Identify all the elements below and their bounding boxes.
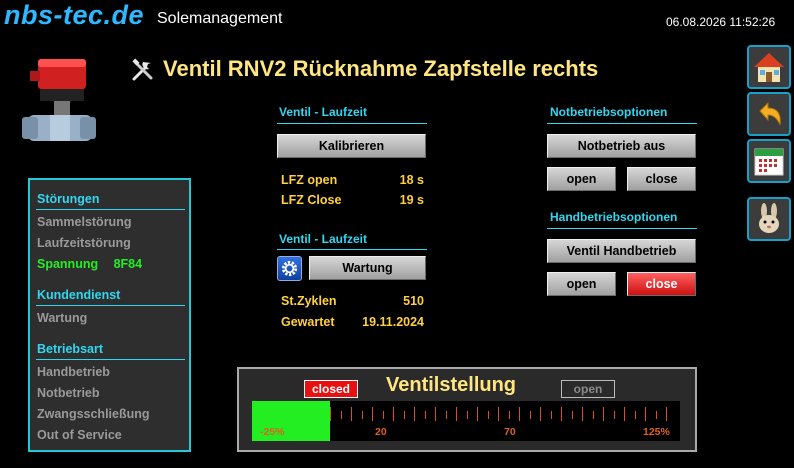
divider xyxy=(36,209,185,210)
handbetrieb-toggle-button[interactable]: Ventil Handbetrieb xyxy=(547,239,696,263)
stoerungen-header: Störungen xyxy=(37,192,100,206)
scale-tick xyxy=(498,407,499,421)
tools-icon xyxy=(131,58,155,82)
app-title: Solemanagement xyxy=(157,10,283,27)
ventilstellung-title: Ventilstellung xyxy=(386,374,517,396)
scale-tick xyxy=(466,411,468,419)
lfz-close-value: 19 s xyxy=(399,193,424,207)
scale-tick xyxy=(445,411,447,419)
status-handbetrieb: Handbetrieb xyxy=(37,365,110,379)
status-spannung: Spannung 8F84 xyxy=(37,257,187,271)
page-title: Ventil RNV2 Rücknahme Zapfstelle rechts xyxy=(163,56,599,81)
home-icon xyxy=(754,53,784,82)
lfz-close-label: LFZ Close xyxy=(281,193,342,207)
scale-tick xyxy=(571,411,573,419)
back-button[interactable] xyxy=(747,92,791,136)
position-scale: -25% 20 70 125% xyxy=(252,401,680,441)
lfz-open-label: LFZ open xyxy=(281,173,338,187)
scale-tick xyxy=(477,407,478,421)
kalibrieren-button[interactable]: Kalibrieren xyxy=(277,134,426,158)
laufzeit-header-1: Ventil - Laufzeit xyxy=(279,105,368,119)
scale-label-max: 125% xyxy=(643,426,670,438)
scale-tick xyxy=(487,411,489,419)
status-notbetrieb: Notbetrieb xyxy=(37,386,100,400)
scale-tick xyxy=(540,407,541,421)
calendar-button[interactable] xyxy=(747,139,791,183)
laufzeit-header-2: Ventil - Laufzeit xyxy=(279,232,368,246)
ventilstellung-panel: closed Ventilstellung open -25% 20 70 12… xyxy=(237,367,697,452)
notbetrieb-close-button[interactable]: close xyxy=(627,167,696,191)
scale-tick xyxy=(592,411,594,419)
rabbit-icon xyxy=(759,203,779,233)
gear-icon xyxy=(281,260,298,277)
notbetrieb-header: Notbetriebsoptionen xyxy=(550,105,668,119)
scale-tick xyxy=(393,407,394,421)
scale-tick xyxy=(613,411,615,419)
scale-tick xyxy=(582,407,583,421)
scale-tick xyxy=(351,407,352,421)
open-indicator: open xyxy=(561,380,615,398)
gewartet-label: Gewartet xyxy=(281,315,335,329)
scale-tick xyxy=(655,411,657,419)
handbetrieb-header: Handbetriebsoptionen xyxy=(550,210,678,224)
divider xyxy=(547,228,697,229)
notbetrieb-open-button[interactable]: open xyxy=(547,167,616,191)
scale-tick xyxy=(330,407,331,421)
divider xyxy=(277,249,427,250)
handbetrieb-close-button[interactable]: close xyxy=(627,272,696,296)
scale-tick xyxy=(603,407,604,421)
handbetrieb-open-button[interactable]: open xyxy=(547,272,616,296)
scale-tick xyxy=(550,411,552,419)
wartung-button[interactable]: Wartung xyxy=(309,256,426,280)
valve-actuator-image xyxy=(20,55,98,155)
spannung-value: 8F84 xyxy=(113,257,143,271)
status-zwangsschliessung: Zwangsschließung xyxy=(37,407,150,421)
divider xyxy=(36,359,185,360)
scale-tick xyxy=(634,411,636,419)
gewartet-value: 19.11.2024 xyxy=(362,315,424,329)
scale-tick xyxy=(508,411,510,419)
scale-tick xyxy=(456,407,457,421)
status-out-of-service: Out of Service xyxy=(37,428,122,442)
divider xyxy=(277,123,427,124)
scale-tick xyxy=(529,411,531,419)
scale-tick xyxy=(624,407,625,421)
back-icon xyxy=(759,101,781,126)
notbetrieb-toggle-button[interactable]: Notbetrieb aus xyxy=(547,134,696,158)
scale-tick xyxy=(561,407,562,421)
scale-tick xyxy=(424,411,426,419)
scale-tick xyxy=(340,411,342,419)
status-panel: Störungen Sammelstörung Laufzeitstörung … xyxy=(28,178,191,452)
status-laufzeitstoerung: Laufzeitstörung xyxy=(37,236,131,250)
zyklen-value: 510 xyxy=(403,294,424,308)
settings-button[interactable] xyxy=(277,256,302,281)
kundendienst-header: Kundendienst xyxy=(37,288,121,302)
closed-indicator: closed xyxy=(304,380,358,398)
scale-label-70: 70 xyxy=(504,426,516,438)
service-button[interactable] xyxy=(747,197,791,241)
spannung-label: Spannung xyxy=(37,257,99,271)
scale-tick xyxy=(403,411,405,419)
lfz-open-value: 18 s xyxy=(399,173,424,187)
zyklen-label: St.Zyklen xyxy=(281,294,337,308)
betriebsart-header: Betriebsart xyxy=(37,342,103,356)
scale-label-min: -25% xyxy=(260,426,285,438)
scale-tick xyxy=(361,411,363,419)
home-button[interactable] xyxy=(747,45,791,89)
scale-tick xyxy=(645,407,646,421)
scale-tick xyxy=(666,407,667,421)
calendar-icon xyxy=(754,148,784,176)
scale-tick xyxy=(519,407,520,421)
scale-tick xyxy=(382,411,384,419)
scale-tick xyxy=(435,407,436,421)
scale-label-20: 20 xyxy=(375,426,387,438)
status-sammelstoerung: Sammelstörung xyxy=(37,215,132,229)
scale-tick xyxy=(414,407,415,421)
divider xyxy=(547,123,697,124)
brand-logo: nbs-tec.de xyxy=(4,0,145,30)
divider xyxy=(36,305,185,306)
status-wartung: Wartung xyxy=(37,311,88,325)
scale-tick xyxy=(372,407,373,421)
datetime: 06.08.2026 11:52:26 xyxy=(666,15,776,29)
